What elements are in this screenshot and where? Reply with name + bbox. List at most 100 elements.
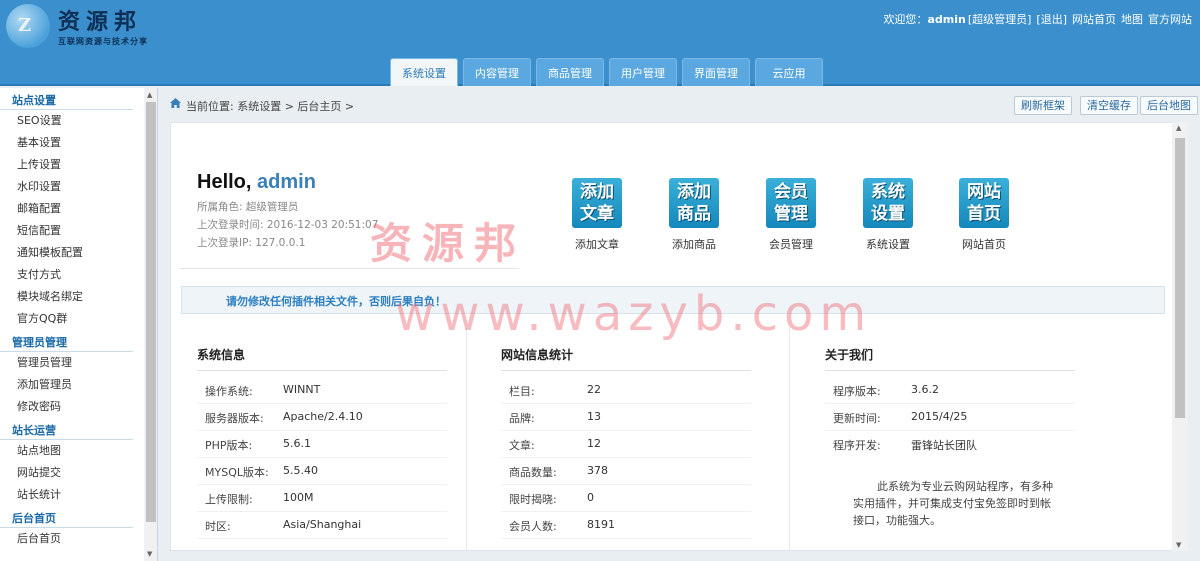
- divider: [501, 370, 751, 371]
- column-divider: [789, 328, 790, 550]
- role-info: 所属角色: 超级管理员: [197, 201, 299, 213]
- sidebar-group-title[interactable]: 后台首页: [0, 506, 133, 528]
- scroll-up-icon[interactable]: ▲: [1176, 124, 1181, 132]
- table-row: 上传限制: 100M: [197, 485, 447, 512]
- logo-icon: Z: [6, 4, 50, 48]
- role-text: [超级管理员]: [967, 13, 1032, 26]
- table-row: MYSQL版本: 5.5.40: [197, 458, 447, 485]
- sidebar-item-change-password[interactable]: 修改密码: [0, 396, 157, 418]
- sidebar-item-seo[interactable]: SEO设置: [0, 110, 157, 132]
- sidebar-item-basic[interactable]: 基本设置: [0, 132, 157, 154]
- top-links: 欢迎您：admin [超级管理员] [退出] 网站首页 地图 官方网站: [878, 11, 1192, 27]
- sidebar-item-webmaster-stats[interactable]: 站长统计: [0, 484, 157, 506]
- table-row: 品牌: 13: [501, 404, 751, 431]
- top-header: Z 资源邦 互联网资源与技术分享 欢迎您：admin [超级管理员] [退出] 网站首…: [0, 0, 1200, 86]
- sidebar-group-title[interactable]: 站长运营: [0, 418, 133, 440]
- tab-system-settings[interactable]: 系统设置: [390, 58, 458, 86]
- sidebar-item-module-domain[interactable]: 模块域名绑定: [0, 286, 157, 308]
- logout-link[interactable]: [退出]: [1036, 13, 1067, 26]
- sidebar-item-sms[interactable]: 短信配置: [0, 220, 157, 242]
- logo-subtitle: 互联网资源与技术分享: [58, 36, 148, 46]
- system-info-title: 系统信息: [197, 348, 246, 362]
- sidebar-scrollbar[interactable]: ▲ ▼: [144, 88, 157, 561]
- sidebar-item-payment[interactable]: 支付方式: [0, 264, 157, 286]
- watermark-url: www.wazyb.com: [395, 286, 873, 342]
- refresh-frame-button[interactable]: 刷新框架: [1014, 96, 1072, 115]
- content-scrollbar[interactable]: ▲ ▼: [1172, 122, 1188, 551]
- table-row: 服务器版本: Apache/2.4.10: [197, 404, 447, 431]
- about-panel: 关于我们 程序版本: 3.6.2 更新时间: 2015/4/25 程序开发: 雷锋站长…: [807, 328, 1097, 550]
- tab-products[interactable]: 商品管理: [536, 58, 604, 86]
- sidebar-group-title[interactable]: 管理员管理: [0, 330, 133, 352]
- table-row: 会员人数: 8191: [501, 512, 751, 539]
- hello-heading: Hello, admin: [197, 171, 316, 193]
- welcome-text: 欢迎您：: [883, 13, 928, 26]
- sidebar-item-add-admin[interactable]: 添加管理员: [0, 374, 157, 396]
- quick-link-label[interactable]: 添加商品: [649, 236, 739, 252]
- official-site-link[interactable]: 官方网站: [1148, 13, 1192, 26]
- table-row: 限时揭晓: 0: [501, 485, 751, 512]
- sidebar-item-admin-manage[interactable]: 管理员管理: [0, 352, 157, 374]
- about-description: 此系统为专业云购网站程序，有多种实用插件，并可集成支付宝免签即时到帐接口，功能强…: [853, 480, 1053, 527]
- tab-interface[interactable]: 界面管理: [682, 58, 750, 86]
- quick-system-settings[interactable]: 系统 设置 系统设置: [843, 178, 933, 252]
- username: admin: [927, 13, 966, 26]
- system-info-panel: 系统信息 操作系统: WINNT 服务器版本: Apache/2.4.10 PHP版…: [179, 328, 469, 550]
- sidebar-item-notify-template[interactable]: 通知模板配置: [0, 242, 157, 264]
- sidebar-item-email[interactable]: 邮箱配置: [0, 198, 157, 220]
- sidebar-item-watermark[interactable]: 水印设置: [0, 176, 157, 198]
- clear-cache-button[interactable]: 清空缓存: [1080, 96, 1138, 115]
- hello-username: admin: [257, 171, 316, 193]
- site-stats-title: 网站信息统计: [501, 348, 574, 362]
- system-settings-icon[interactable]: 系统 设置: [863, 178, 913, 228]
- divider: [197, 370, 447, 371]
- quick-link-label[interactable]: 网站首页: [939, 236, 1029, 252]
- sidebar-item-upload[interactable]: 上传设置: [0, 154, 157, 176]
- tab-cloud-apps[interactable]: 云应用: [755, 58, 823, 86]
- sidebar: 站点设置 SEO设置 基本设置 上传设置 水印设置 邮箱配置 短信配置 通知模板…: [0, 88, 158, 561]
- column-divider: [466, 328, 467, 550]
- table-row: PHP版本: 5.6.1: [197, 431, 447, 458]
- watermark-cn: 资源邦: [370, 219, 527, 268]
- add-product-icon[interactable]: 添加 商品: [669, 178, 719, 228]
- site-home-link[interactable]: 网站首页: [1072, 13, 1116, 26]
- quick-add-article[interactable]: 添加 文章 添加文章: [552, 178, 642, 252]
- table-row: 时区: Asia/Shanghai: [197, 512, 447, 539]
- quick-link-label[interactable]: 添加文章: [552, 236, 642, 252]
- sidebar-item-site-submit[interactable]: 网站提交: [0, 462, 157, 484]
- quick-add-product[interactable]: 添加 商品 添加商品: [649, 178, 739, 252]
- site-stats-panel: 网站信息统计 栏目: 22 品牌: 13 文章: 12 商品数量: 378 限时揭晓: 0…: [483, 328, 773, 550]
- breadcrumb-bar: 当前位置: 系统设置 > 后台主页 > 刷新框架 清空缓存 后台地图: [162, 92, 1198, 116]
- quick-site-home[interactable]: 网站 首页 网站首页: [939, 178, 1029, 252]
- add-article-icon[interactable]: 添加 文章: [572, 178, 622, 228]
- map-link[interactable]: 地图: [1121, 13, 1143, 26]
- scroll-down-icon[interactable]: ▼: [1176, 541, 1181, 549]
- site-home-icon[interactable]: 网站 首页: [959, 178, 1009, 228]
- divider: [825, 370, 1075, 371]
- scrollbar-thumb[interactable]: [1175, 138, 1185, 418]
- about-title: 关于我们: [825, 348, 874, 362]
- table-row: 程序版本: 3.6.2: [825, 377, 1075, 404]
- sidebar-item-qq-group[interactable]: 官方QQ群: [0, 308, 157, 330]
- sidebar-group-title[interactable]: 站点设置: [0, 88, 133, 110]
- tab-content[interactable]: 内容管理: [463, 58, 531, 86]
- home-icon: [170, 98, 181, 108]
- table-row: 操作系统: WINNT: [197, 377, 447, 404]
- main-tabs: 系统设置 内容管理 商品管理 用户管理 界面管理 云应用: [390, 58, 828, 86]
- scroll-down-icon[interactable]: ▼: [147, 550, 152, 558]
- scrollbar-thumb[interactable]: [146, 102, 156, 522]
- last-login-ip: 上次登录IP: 127.0.0.1: [197, 237, 306, 249]
- table-row: 商品数量: 378: [501, 458, 751, 485]
- table-row: 栏目: 22: [501, 377, 751, 404]
- scroll-up-icon[interactable]: ▲: [147, 91, 152, 99]
- member-manage-icon[interactable]: 会员 管理: [766, 178, 816, 228]
- logo-title: 资源邦: [58, 9, 143, 35]
- quick-link-label[interactable]: 会员管理: [746, 236, 836, 252]
- sidebar-item-sitemap[interactable]: 站点地图: [0, 440, 157, 462]
- admin-map-button[interactable]: 后台地图: [1140, 96, 1198, 115]
- sidebar-item-admin-home[interactable]: 后台首页: [0, 528, 157, 550]
- tab-users[interactable]: 用户管理: [609, 58, 677, 86]
- table-row: 文章: 12: [501, 431, 751, 458]
- quick-member-manage[interactable]: 会员 管理 会员管理: [746, 178, 836, 252]
- quick-link-label[interactable]: 系统设置: [843, 236, 933, 252]
